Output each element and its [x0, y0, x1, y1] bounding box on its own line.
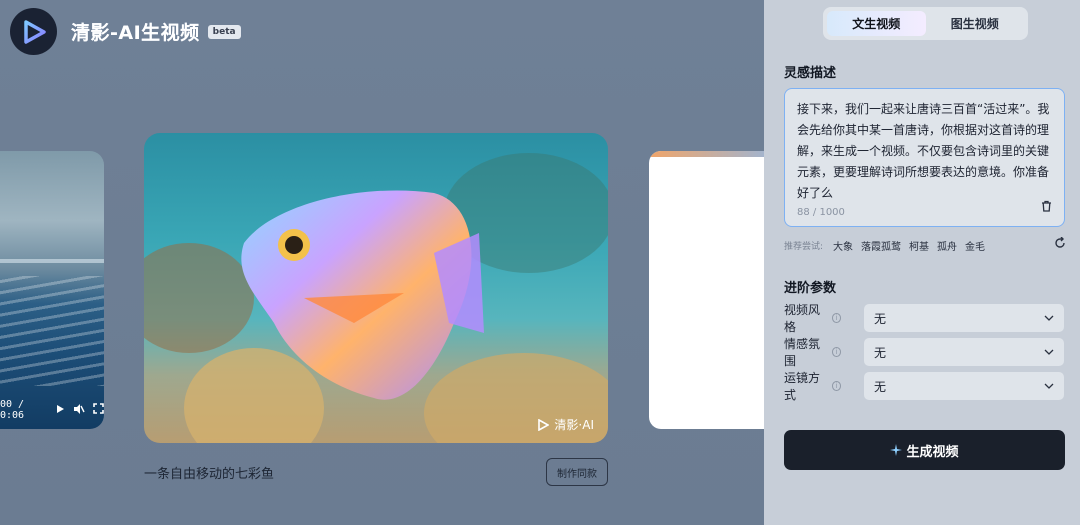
suggestions-label: 推荐尝试: [784, 242, 824, 252]
select-value: 无 [874, 345, 887, 360]
inspiration-title: 灵感描述 [784, 66, 837, 81]
video-card-next[interactable] [649, 151, 764, 429]
trash-icon[interactable] [1041, 197, 1052, 216]
fullscreen-icon[interactable] [93, 403, 104, 417]
mode-switch: 文生视频 图生视频 [823, 7, 1028, 40]
param-label-text: 运镜方式 [784, 371, 821, 402]
suggestion-tag[interactable]: 落霞孤鹜 [861, 238, 901, 253]
fish-image [241, 190, 484, 400]
char-counter: 88 / 1000 [797, 207, 845, 218]
app-logo[interactable] [10, 8, 57, 55]
video-style-select[interactable]: 无 [864, 304, 1064, 332]
param-label-text: 情感氛围 [784, 337, 821, 368]
video-caption: 一条自由移动的七彩鱼 [144, 467, 275, 482]
info-icon[interactable]: i [831, 381, 841, 391]
suggestion-tag[interactable]: 大象 [833, 238, 853, 253]
tab-image-to-video[interactable]: 图生视频 [926, 11, 1025, 36]
beta-badge: beta [207, 24, 241, 39]
video-controls: 00 / 0:06 [0, 399, 104, 421]
chevron-down-icon [1044, 315, 1054, 321]
video-card-ocean[interactable]: 00 / 0:06 [0, 151, 104, 429]
param-label: 运镜方式 i [784, 369, 841, 403]
waves [0, 276, 104, 386]
advanced-title: 进阶参数 [784, 281, 837, 296]
sparkle-icon [890, 444, 903, 456]
info-icon[interactable]: i [831, 313, 841, 323]
app-title: 清影-AI生视频 [71, 18, 200, 45]
param-label: 视频风格 i [784, 301, 841, 335]
suggestion-tag[interactable]: 孤舟 [937, 238, 957, 253]
prompt-text[interactable]: 接下来，我们一起来让唐诗三百首“活过来”。我会先给你其中某一首唐诗，你根据对这首… [797, 99, 1052, 204]
camera-select[interactable]: 无 [864, 372, 1064, 400]
select-value: 无 [874, 379, 887, 394]
horizon [0, 259, 104, 263]
param-camera: 运镜方式 i 无 [784, 369, 1066, 403]
watermark-logo-icon [538, 418, 550, 431]
param-emotion: 情感氛围 i 无 [784, 335, 1066, 369]
settings-panel: 文生视频 图生视频 灵感描述 接下来，我们一起来让唐诗三百首“活过来”。我会先给… [764, 0, 1080, 525]
brand: 清影-AI生视频 beta [10, 8, 241, 55]
suggestion-tag[interactable]: 柯基 [909, 238, 929, 253]
watermark-text: 清影·AI [554, 418, 594, 432]
gallery-stage: 清影-AI生视频 beta 00 / 0:06 清影·AI 一条自由移动的七彩鱼… [0, 0, 764, 525]
suggestion-tag[interactable]: 金毛 [965, 238, 985, 253]
watermark: 清影·AI [537, 416, 594, 433]
param-label-text: 视频风格 [784, 303, 821, 334]
select-value: 无 [874, 311, 887, 326]
info-icon[interactable]: i [831, 347, 841, 357]
emotion-select[interactable]: 无 [864, 338, 1064, 366]
generate-label: 生成视频 [906, 444, 959, 460]
generate-video-button[interactable]: 生成视频 [784, 430, 1065, 470]
play-icon[interactable] [55, 404, 65, 417]
chevron-down-icon [1044, 349, 1054, 355]
suggestions: 推荐尝试: 大象 落霞孤鹜 柯基 孤舟 金毛 [784, 236, 1066, 253]
tab-text-to-video[interactable]: 文生视频 [827, 11, 926, 36]
video-card-fish[interactable]: 清影·AI [144, 133, 608, 443]
card-stripe [649, 151, 764, 157]
video-time: 00 / 0:06 [0, 399, 25, 421]
chevron-down-icon [1044, 383, 1054, 389]
param-label: 情感氛围 i [784, 335, 841, 369]
prompt-textarea[interactable]: 接下来，我们一起来让唐诗三百首“活过来”。我会先给你其中某一首唐诗，你根据对这首… [784, 88, 1065, 227]
refresh-icon[interactable] [1054, 236, 1066, 252]
param-video-style: 视频风格 i 无 [784, 301, 1066, 335]
make-same-button[interactable]: 制作同款 [546, 458, 608, 486]
mute-icon[interactable] [73, 403, 85, 418]
play-logo-icon [23, 19, 46, 44]
